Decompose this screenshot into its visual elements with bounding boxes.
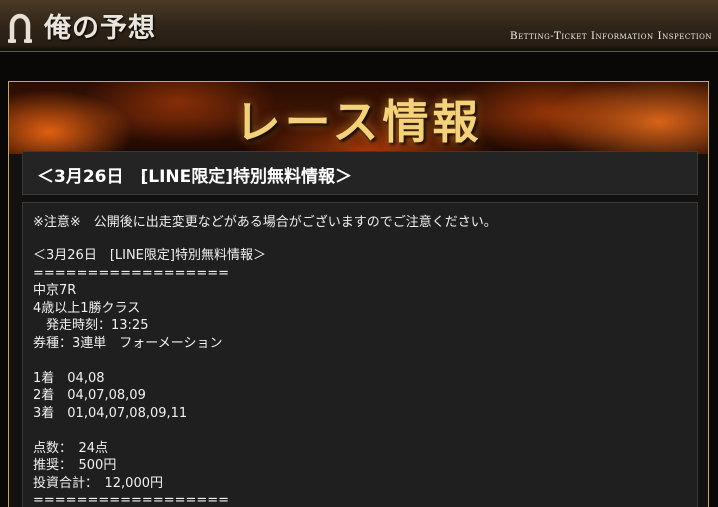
horseshoe-icon[interactable]	[6, 9, 34, 43]
content-line: 発走時刻：13:25	[33, 318, 149, 333]
content-line: 点数： 24点	[33, 440, 109, 456]
post-heading: ＜3月26日 [LINE限定]特別無料情報＞	[37, 167, 353, 187]
content-line: 推奨： 500円	[33, 458, 117, 473]
content-line	[33, 422, 266, 440]
content-line: ＜3月26日 [LINE限定]特別無料情報＞	[33, 248, 266, 263]
banner-title: レース情報	[234, 95, 483, 149]
content-line: ==================	[33, 265, 230, 281]
notice-text: ※注意※ 公開後に出走変更などがある場合がございますのでご注意ください。	[33, 215, 497, 230]
content-line: 券種：3連単 フォーメーション	[33, 335, 223, 351]
site-header: 俺の予想 Betting-Ticket Information Inspecti…	[0, 0, 718, 52]
race-info-banner: レース情報	[9, 82, 708, 154]
site-subtitle: Betting-Ticket Information Inspection	[509, 30, 712, 42]
site-title[interactable]: 俺の予想	[44, 6, 156, 45]
content-line: 4歳以上1勝クラス	[33, 300, 141, 316]
post-lines: ＜3月26日 [LINE限定]特別無料情報＞ =================…	[33, 247, 266, 507]
post-heading-bar: ＜3月26日 [LINE限定]特別無料情報＞	[22, 151, 698, 195]
content-line: 2着 04,07,08,09	[33, 388, 146, 403]
content-line: 3着 01,04,07,08,09,11	[33, 405, 188, 421]
content-line: 中京7R	[33, 283, 77, 298]
content-line: 投資合計： 12,000円	[33, 475, 163, 491]
content-line: 1着 04,08	[33, 370, 105, 386]
content-line	[33, 352, 266, 370]
content-line: ==================	[33, 493, 230, 507]
post-content: ※注意※ 公開後に出走変更などがある場合がございますのでご注意ください。 ＜3月…	[22, 202, 698, 507]
